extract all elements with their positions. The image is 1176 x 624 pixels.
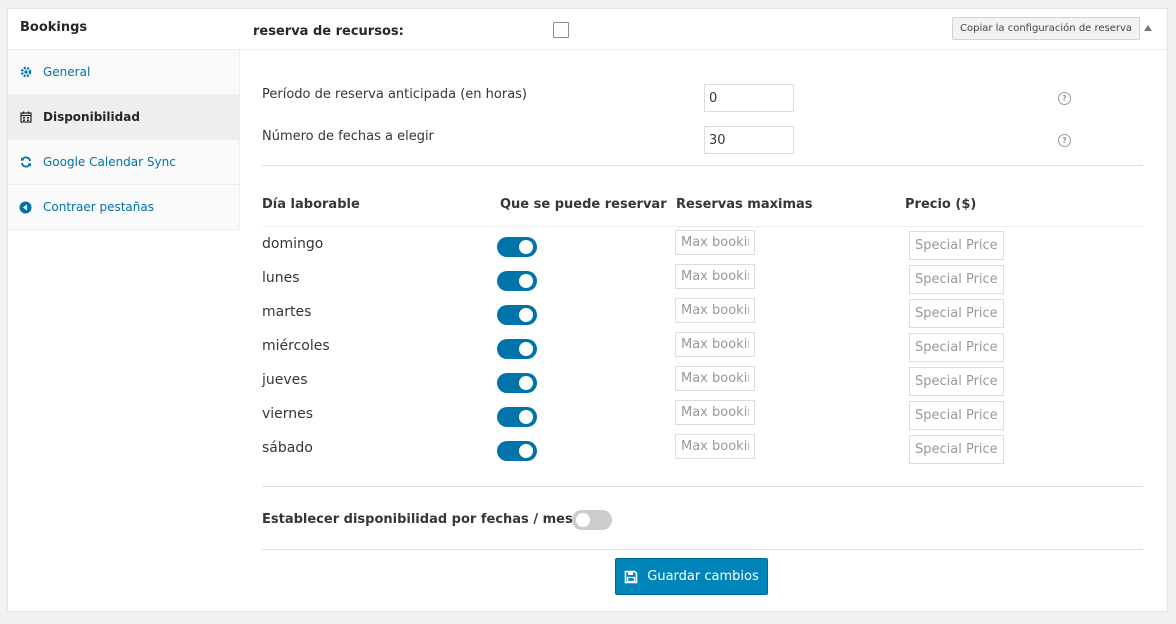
collapse-panel-icon[interactable] — [1144, 25, 1152, 31]
save-icon — [624, 570, 638, 584]
column-header-price: Precio ($) — [905, 197, 977, 212]
date-availability-label: Establecer disponibilidad por fechas / m… — [262, 512, 590, 527]
resource-booking-checkbox[interactable] — [553, 22, 569, 38]
special-price-input[interactable] — [909, 333, 1004, 362]
collapse-icon — [19, 201, 32, 214]
advance-period-input[interactable] — [704, 84, 794, 112]
special-price-input[interactable] — [909, 299, 1004, 328]
sidebar-item-label: Contraer pestañas — [43, 200, 154, 214]
weekday-label: domingo — [262, 236, 324, 252]
sidebar-item-general[interactable]: General — [8, 50, 239, 95]
sync-icon — [19, 156, 32, 169]
sidebar-item-label: General — [43, 65, 91, 79]
table-row: sábado — [262, 434, 1143, 474]
dates-count-label: Número de fechas a elegir — [262, 129, 434, 144]
column-header-bookable: Que se puede reservar — [500, 197, 667, 212]
bookable-toggle[interactable] — [497, 339, 537, 359]
divider — [262, 486, 1143, 487]
bookable-toggle[interactable] — [497, 305, 537, 325]
weekday-label: jueves — [262, 372, 308, 388]
dates-count-row: Número de fechas a elegir ? — [262, 126, 1143, 170]
sidebar-item-disponibilidad[interactable]: Disponibilidad — [8, 95, 239, 140]
bookable-toggle[interactable] — [497, 373, 537, 393]
max-bookings-input[interactable] — [675, 298, 755, 323]
bookable-toggle[interactable] — [497, 407, 537, 427]
calendar-icon — [19, 111, 32, 124]
max-bookings-input[interactable] — [675, 400, 755, 425]
advance-period-row: Período de reserva anticipada (en horas)… — [262, 84, 1143, 128]
column-header-max-bookings: Reservas maximas — [676, 197, 813, 212]
divider — [262, 549, 1143, 550]
divider — [262, 165, 1143, 166]
bookable-toggle[interactable] — [497, 271, 537, 291]
dates-count-input[interactable] — [704, 126, 794, 154]
advance-period-label: Período de reserva anticipada (en horas) — [262, 87, 528, 102]
panel-title: Bookings — [20, 20, 88, 35]
sidebar-item-label: Disponibilidad — [43, 110, 140, 124]
column-header-weekday: Día laborable — [262, 197, 360, 212]
resource-booking-label: reserva de recursos: — [253, 24, 404, 39]
bookable-toggle[interactable] — [497, 237, 537, 257]
sidebar-item-collapse-tabs[interactable]: Contraer pestañas — [8, 185, 239, 230]
weekday-label: sábado — [262, 440, 313, 456]
special-price-input[interactable] — [909, 367, 1004, 396]
sidebar-item-label: Google Calendar Sync — [43, 155, 176, 169]
max-bookings-input[interactable] — [675, 264, 755, 289]
sidebar-item-google-calendar-sync[interactable]: Google Calendar Sync — [8, 140, 239, 185]
max-bookings-input[interactable] — [675, 434, 755, 459]
special-price-input[interactable] — [909, 401, 1004, 430]
weekday-label: lunes — [262, 270, 300, 286]
save-changes-label: Guardar cambios — [647, 569, 759, 584]
gear-icon — [19, 66, 32, 79]
copy-booking-settings-button[interactable]: Copiar la configuración de reserva — [952, 17, 1141, 40]
date-availability-toggle[interactable] — [572, 510, 612, 530]
special-price-input[interactable] — [909, 231, 1004, 260]
max-bookings-input[interactable] — [675, 230, 755, 255]
weekday-label: viernes — [262, 406, 314, 422]
help-icon[interactable]: ? — [1058, 92, 1071, 105]
sidebar: General Disponibilidad Google Calendar S… — [8, 50, 240, 230]
help-icon[interactable]: ? — [1058, 134, 1071, 147]
special-price-input[interactable] — [909, 435, 1004, 464]
weekday-table-header: Día laborable Que se puede reservar Rese… — [262, 196, 1143, 227]
panel-header: Bookings reserva de recursos: Copiar la … — [8, 9, 1167, 50]
save-changes-button[interactable]: Guardar cambios — [615, 558, 768, 595]
weekday-label: martes — [262, 304, 312, 320]
max-bookings-input[interactable] — [675, 366, 755, 391]
special-price-input[interactable] — [909, 265, 1004, 294]
bookings-panel: Bookings reserva de recursos: Copiar la … — [7, 8, 1168, 612]
weekday-label: miércoles — [262, 338, 330, 354]
bookable-toggle[interactable] — [497, 441, 537, 461]
max-bookings-input[interactable] — [675, 332, 755, 357]
